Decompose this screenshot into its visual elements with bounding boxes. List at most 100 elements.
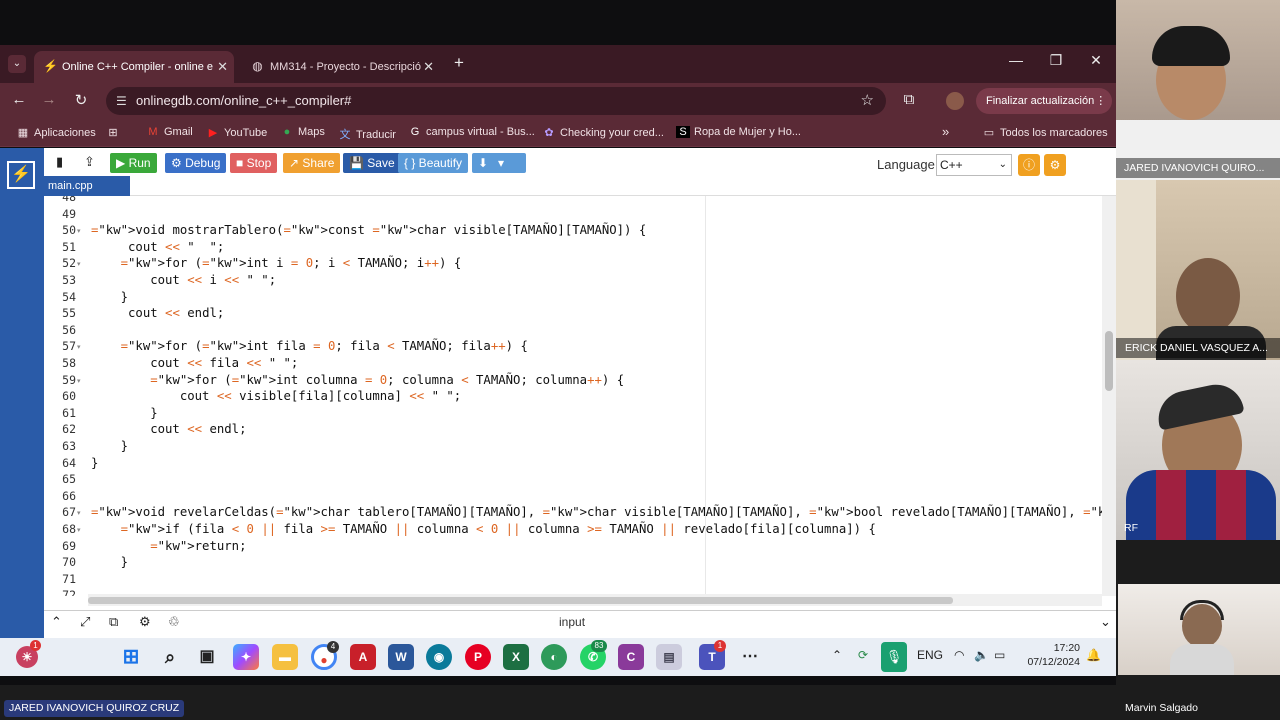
editor-horizontal-scrollbar[interactable] <box>88 594 1102 606</box>
bookmark-aplicaciones[interactable]: ▦ Aplicaciones <box>16 126 96 139</box>
participant-tile-marvin[interactable] <box>1116 540 1280 685</box>
code-line[interactable]: cout << visible[fila][columna] << " "; <box>91 388 461 404</box>
code-line[interactable]: cout << endl; <box>91 421 246 437</box>
code-line[interactable]: ="kw">for (="kw">int fila = 0; fila < TA… <box>91 338 528 354</box>
code-line[interactable]: } <box>91 289 128 305</box>
reload-icon[interactable]: ↻ <box>71 91 91 109</box>
file-explorer-icon[interactable]: ▬ <box>272 644 298 670</box>
more-bookmarks-icon[interactable]: » <box>942 124 949 139</box>
forward-icon[interactable]: → <box>39 91 59 108</box>
volume-icon[interactable]: 🔈 <box>974 648 989 662</box>
upload-icon[interactable]: ⇪ <box>84 154 95 170</box>
clock[interactable]: 17:20 07/12/2024 <box>1014 641 1080 669</box>
settings-icon[interactable]: ⚙ <box>139 614 151 630</box>
close-icon[interactable]: ✕ <box>423 59 434 75</box>
pinterest-icon[interactable]: P <box>465 644 491 670</box>
code-line[interactable]: ="kw">if (fila < 0 || fila >= TAMAÑO || … <box>91 521 876 537</box>
notification-bell-icon[interactable]: 🔔 <box>1086 648 1101 662</box>
input-tab[interactable]: input <box>559 615 585 629</box>
bookmark-ropa[interactable]: S Ropa de Mujer y Ho... <box>676 126 801 138</box>
scroll-thumb[interactable] <box>1105 331 1113 391</box>
close-icon[interactable]: ✕ <box>217 59 228 75</box>
fold-arrow-icon[interactable]: ▾ <box>77 227 81 235</box>
code-line[interactable]: ="kw">for (="kw">int columna = 0; column… <box>91 372 624 388</box>
debug-button[interactable]: ⚙ Debug <box>165 153 227 173</box>
share-button[interactable]: ↗ Share <box>283 153 341 173</box>
code-line[interactable]: ="kw">void revelarCeldas(="kw">char tabl… <box>91 504 1102 520</box>
excel-icon[interactable]: X <box>503 644 529 670</box>
site-info-icon[interactable]: ☰ <box>116 87 127 115</box>
tab-online-compiler[interactable]: ⚡ Online C++ Compiler - online e ✕ <box>34 51 234 83</box>
word-icon[interactable]: W <box>388 644 414 670</box>
url-input[interactable]: ☰ onlinegdb.com/online_c++_compiler# ☆ <box>106 87 886 115</box>
participant-tile-erick[interactable]: ERICK DANIEL VASQUEZ A... <box>1116 180 1280 360</box>
tab-search-icon[interactable]: ⌄ <box>8 55 26 73</box>
microphone-icon[interactable]: 🎙 <box>881 642 907 672</box>
clear-icon[interactable]: ♲ <box>168 614 180 630</box>
language-indicator[interactable]: ENG <box>917 648 943 662</box>
beautify-button[interactable]: { } Beautify <box>398 153 469 173</box>
run-button[interactable]: ▶ Run <box>110 153 157 173</box>
scroll-thumb[interactable] <box>88 597 953 604</box>
bookmark-traducir[interactable]: 文 Traducir <box>338 126 396 142</box>
fold-arrow-icon[interactable]: ▾ <box>77 343 81 351</box>
code-line[interactable]: cout << i << " "; <box>91 272 276 288</box>
finish-update-button[interactable]: Finalizar actualización ⋮ <box>976 88 1113 114</box>
restore-icon[interactable]: ❐ <box>1046 52 1066 69</box>
back-icon[interactable]: ← <box>9 91 29 108</box>
close-window-icon[interactable]: ✕ <box>1086 52 1106 69</box>
bookmark-checking[interactable]: ✿ Checking your cred... <box>542 126 664 139</box>
extensions-icon[interactable]: ⧉ <box>899 91 919 108</box>
fold-arrow-icon[interactable]: ▾ <box>77 509 81 517</box>
editor-vertical-scrollbar[interactable] <box>1102 196 1116 596</box>
copy-icon[interactable]: ⧉ <box>109 614 118 630</box>
wifi-icon[interactable]: ◠ <box>954 648 964 662</box>
code-line[interactable]: } <box>91 455 98 471</box>
code-line[interactable]: } <box>91 554 128 570</box>
app-c-icon[interactable]: C <box>618 644 644 670</box>
fold-arrow-icon[interactable]: ▾ <box>77 526 81 534</box>
fold-arrow-icon[interactable]: ▾ <box>77 377 81 385</box>
tab-mm314[interactable]: ◍ MM314 - Proyecto - Descripció ✕ <box>242 51 440 83</box>
sync-icon[interactable]: ⟳ <box>858 648 868 662</box>
expand-up-icon[interactable]: ⌃ <box>51 614 62 630</box>
battery-icon[interactable]: ▭ <box>994 648 1005 662</box>
pin-icon[interactable]: ⤢ <box>80 614 90 630</box>
app-icon[interactable]: ◐ <box>541 644 567 670</box>
participant-tile-rf[interactable]: RF <box>1116 360 1280 540</box>
chevron-up-icon[interactable]: ⌃ <box>832 648 842 662</box>
bookmark-campus[interactable]: Gcampus virtual - Bus... <box>408 126 535 138</box>
task-view-icon[interactable]: ▣ <box>194 644 220 670</box>
new-tab-icon[interactable]: + <box>454 53 464 73</box>
chevron-down-icon[interactable]: ⌄ <box>1100 614 1111 630</box>
fold-arrow-icon[interactable]: ▾ <box>77 260 81 268</box>
onlinegdb-logo-icon[interactable]: ⚡ <box>7 161 35 189</box>
code-line[interactable]: cout << fila << " "; <box>91 355 298 371</box>
profile-avatar[interactable] <box>946 92 964 110</box>
code-editor[interactable]: 48 49 50 ▾ 51 52 ▾ 53 54 55 56 57 ▾ 58 59 ▾ 60 61 62 63 64 65… <box>44 196 1102 596</box>
search-icon[interactable]: ⌕ <box>157 644 183 670</box>
bookmark-star-icon[interactable]: ☆ <box>861 87 874 115</box>
start-windows-icon[interactable]: ⊞ <box>118 644 144 670</box>
minimize-icon[interactable]: — <box>1006 52 1026 68</box>
info-icon[interactable]: ⓘ <box>1018 154 1040 176</box>
code-line[interactable]: } <box>91 438 128 454</box>
stop-button[interactable]: ■ Stop <box>230 153 278 173</box>
code-line[interactable]: ="kw">void mostrarTablero(="kw">const ="… <box>91 222 646 238</box>
all-bookmarks[interactable]: ▭ Todos los marcadores <box>982 126 1108 139</box>
save-button[interactable]: 💾 Save <box>343 153 401 173</box>
bookmark-maps[interactable]: ● Maps <box>280 126 325 138</box>
code-line[interactable]: ="kw">for (="kw">int i = 0; i < TAMAÑO; … <box>91 255 462 271</box>
new-file-icon[interactable]: ▮ <box>56 154 63 170</box>
code-line[interactable]: cout << " "; <box>91 239 224 255</box>
download-button[interactable]: ⬇ ▾ <box>472 153 526 173</box>
bookmark-gmail[interactable]: M Gmail <box>146 126 192 138</box>
edge-icon[interactable]: ◉ <box>426 644 452 670</box>
participant-tile-jared[interactable]: JARED IVANOVICH QUIRO... <box>1116 0 1280 180</box>
code-line[interactable]: cout << endl; <box>91 305 224 321</box>
app-monitor-icon[interactable]: ▤ <box>656 644 682 670</box>
autocad-icon[interactable]: A <box>350 644 376 670</box>
copilot-icon[interactable]: ✦ <box>233 644 259 670</box>
more-apps-icon[interactable]: ⋯ <box>737 644 763 670</box>
code-line[interactable]: ="kw">return; <box>91 538 246 554</box>
